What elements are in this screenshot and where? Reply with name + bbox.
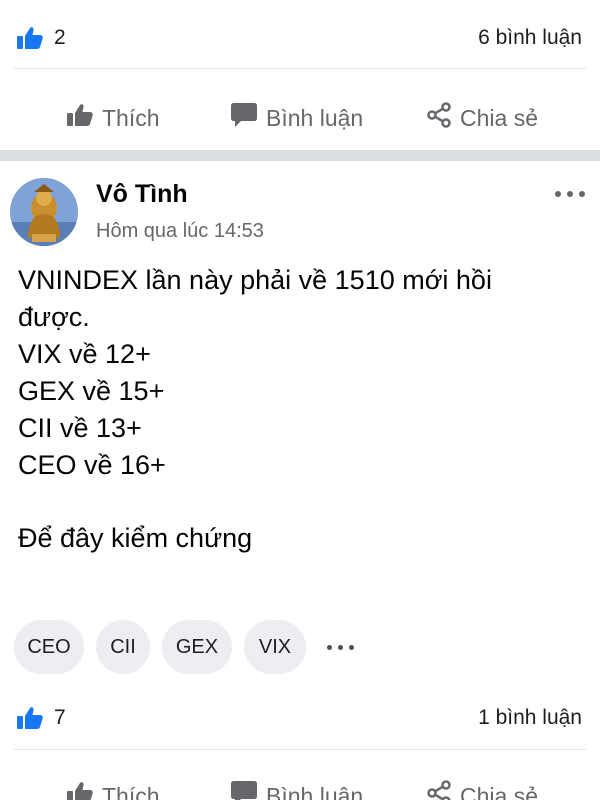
thumbs-up-outline-icon [66, 103, 102, 133]
post-action-bar: Thích Bình luận Chia sẻ [0, 766, 600, 800]
post-like-count: 7 [54, 706, 66, 729]
thumbs-up-icon [16, 706, 46, 730]
top-post-action-bar: Thích Bình luận Chia sẻ [0, 88, 600, 148]
thumbs-up-icon [16, 26, 46, 50]
share-icon [426, 780, 460, 800]
share-button[interactable]: Chia sẻ [426, 102, 538, 134]
like-button[interactable]: Thích [66, 103, 160, 133]
divider [14, 749, 586, 750]
post-line: VNINDEX lần này phải về 1510 mới hồi [18, 265, 492, 295]
share-label: Chia sẻ [460, 782, 538, 800]
speech-bubble-icon [230, 102, 266, 134]
like-button[interactable]: Thích [66, 781, 160, 800]
post-timestamp[interactable]: Hôm qua lúc 14:53 [96, 220, 264, 243]
comment-label: Bình luận [266, 782, 364, 800]
comment-button[interactable]: Bình luận [230, 102, 363, 134]
tag-cii[interactable]: CII [96, 620, 150, 674]
top-post-stats: 2 6 bình luận [0, 16, 600, 60]
tag-gex[interactable]: GEX [162, 620, 232, 674]
more-horizontal-icon[interactable] [550, 182, 590, 206]
share-label: Chia sẻ [460, 104, 538, 131]
post-line: CEO về 16+ [18, 450, 166, 480]
comment-label: Bình luận [266, 104, 364, 131]
like-label: Thích [102, 104, 160, 131]
tag-ceo[interactable]: CEO [14, 620, 84, 674]
comment-button[interactable]: Bình luận [230, 780, 363, 800]
post-author[interactable]: Vô Tình [96, 180, 188, 209]
post-reactions[interactable]: 7 [16, 706, 66, 730]
post-header: Vô Tình Hôm qua lúc 14:53 [10, 176, 590, 246]
share-icon [426, 102, 460, 134]
post-line: được. [18, 302, 90, 332]
post-line-blank [18, 484, 588, 520]
top-post-comment-count[interactable]: 6 bình luận [478, 26, 582, 50]
post-line: CII về 13+ [18, 413, 142, 443]
more-tags-icon[interactable] [318, 620, 363, 674]
post-line: Để đây kiểm chứng [18, 523, 253, 553]
speech-bubble-icon [230, 780, 266, 800]
post-line: GEX về 15+ [18, 376, 165, 406]
stock-tags: CEO CII GEX VIX [14, 620, 363, 674]
post-line: VIX về 12+ [18, 339, 151, 369]
thumbs-up-outline-icon [66, 781, 102, 800]
post-separator [0, 150, 600, 161]
post-body: VNINDEX lần này phải về 1510 mới hồi đượ… [18, 262, 588, 557]
post-stats: 7 1 bình luận [0, 696, 600, 740]
avatar[interactable] [10, 178, 78, 246]
like-label: Thích [102, 782, 160, 800]
divider [14, 68, 586, 69]
share-button[interactable]: Chia sẻ [426, 780, 538, 800]
tag-vix[interactable]: VIX [244, 620, 306, 674]
top-post-reactions[interactable]: 2 [16, 26, 66, 50]
post-comment-count[interactable]: 1 bình luận [478, 706, 582, 730]
top-post-like-count: 2 [54, 26, 66, 49]
